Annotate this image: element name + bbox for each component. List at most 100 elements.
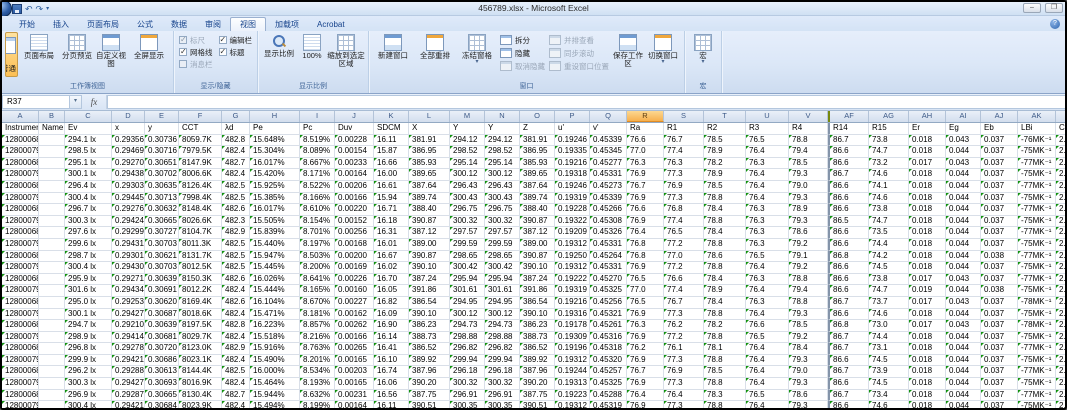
cell-F[interactable]: 8012.2K — [179, 285, 222, 297]
cell-L[interactable]: 385.93 — [409, 158, 450, 170]
cell-T[interactable]: 78.4 — [704, 204, 746, 216]
cell-G[interactable]: 482.5 — [222, 193, 250, 205]
cell-O[interactable]: 387.96 — [520, 366, 555, 378]
cell-V[interactable]: 78.6 — [789, 227, 828, 239]
cell-AL[interactable]: 2.5M — [1056, 158, 1065, 170]
cell-AG[interactable]: 74.6 — [869, 309, 909, 321]
cell-L[interactable]: 387.12 — [409, 227, 450, 239]
cell-U[interactable]: 76.6 — [746, 320, 789, 332]
cell-M[interactable]: 295.94 — [450, 274, 485, 286]
cell-AH[interactable]: 0.018 — [909, 332, 946, 344]
cell-O[interactable]: 390.87 — [520, 251, 555, 263]
cell-B[interactable] — [39, 135, 65, 147]
cell-E[interactable]: 0.30703 — [145, 262, 179, 274]
cell-M[interactable]: 294.73 — [450, 320, 485, 332]
cell-T[interactable]: 78.8 — [704, 262, 746, 274]
header-cell-N[interactable]: Y — [485, 123, 520, 135]
cell-G[interactable]: 482.4 — [222, 378, 250, 390]
cell-C[interactable]: 295.9 lx — [65, 274, 112, 286]
cell-AH[interactable]: 0.018 — [909, 204, 946, 216]
cell-K[interactable]: 16.10 — [374, 355, 409, 367]
cell-F[interactable]: 8023.9K — [179, 401, 222, 408]
cell-AL[interactable]: 2.5M — [1056, 251, 1065, 263]
cell-A[interactable]: 12800079 — [2, 285, 39, 297]
cell-I[interactable]: 8.193% — [300, 378, 335, 390]
cell-E[interactable]: 0.30727 — [145, 227, 179, 239]
header-cell-P[interactable]: u' — [555, 123, 590, 135]
cell-O[interactable]: 387.75 — [520, 390, 555, 402]
cell-D[interactable]: 0.29301 — [112, 251, 145, 263]
cell-L[interactable]: 386.23 — [409, 320, 450, 332]
cell-I[interactable]: 8.154% — [300, 216, 335, 228]
cell-S[interactable]: 77.3 — [664, 193, 704, 205]
cell-V[interactable]: 78.6 — [789, 390, 828, 402]
cell-A[interactable]: 12800079 — [2, 332, 39, 344]
header-cell-AI[interactable]: Eg — [946, 123, 981, 135]
cell-I[interactable]: 8.670% — [300, 297, 335, 309]
tab-acrobat[interactable]: Acrobat — [308, 18, 354, 31]
cell-AH[interactable]: 0.018 — [909, 181, 946, 193]
cell-S[interactable]: 77.2 — [664, 262, 704, 274]
cell-M[interactable]: 299.94 — [450, 355, 485, 367]
cell-D[interactable]: 0.29210 — [112, 320, 145, 332]
cell-AF[interactable]: 86.5 — [828, 216, 869, 228]
cell-AF[interactable]: 86.7 — [828, 390, 869, 402]
cell-AF[interactable]: 86.7 — [828, 332, 869, 344]
cell-F[interactable]: 8059.7K — [179, 135, 222, 147]
cell-S[interactable]: 77.2 — [664, 239, 704, 251]
cell-P[interactable]: 0.19244 — [555, 366, 590, 378]
cell-G[interactable]: 482.7 — [222, 390, 250, 402]
cell-K[interactable]: 16.74 — [374, 366, 409, 378]
cell-M[interactable]: 296.82 — [450, 343, 485, 355]
cell-A[interactable]: 12800068 — [2, 227, 39, 239]
cell-G[interactable]: 482.5 — [222, 181, 250, 193]
cell-D[interactable]: 0.29469 — [112, 146, 145, 158]
cell-AG[interactable]: 74.6 — [869, 169, 909, 181]
column-header-AI[interactable]: AI — [946, 111, 981, 122]
cell-K[interactable]: 16.18 — [374, 216, 409, 228]
cell-P[interactable]: 0.19309 — [555, 332, 590, 344]
cell-N[interactable]: 296.91 — [485, 390, 520, 402]
cell-V[interactable]: 79.1 — [789, 251, 828, 263]
cell-J[interactable]: 0.00168 — [335, 239, 374, 251]
cell-A[interactable]: 12800068 — [2, 343, 39, 355]
cell-AL[interactable]: 2.5M — [1056, 390, 1065, 402]
cell-H[interactable]: 16.000% — [250, 366, 300, 378]
cell-AG[interactable]: 73.2 — [869, 158, 909, 170]
cell-AJ[interactable]: 0.037 — [981, 401, 1018, 408]
cell-E[interactable]: 0.30693 — [145, 378, 179, 390]
header-cell-J[interactable]: Duv — [335, 123, 374, 135]
cell-L[interactable]: 386.52 — [409, 343, 450, 355]
cell-E[interactable]: 0.30702 — [145, 169, 179, 181]
page-break-preview-button[interactable]: 分页预览 — [60, 32, 94, 60]
cell-O[interactable]: 390.51 — [520, 401, 555, 408]
cell-K[interactable]: 16.66 — [374, 158, 409, 170]
cell-AH[interactable]: 0.018 — [909, 309, 946, 321]
column-header-B[interactable]: B — [39, 111, 65, 122]
cell-E[interactable]: 0.30691 — [145, 285, 179, 297]
cell-P[interactable]: 0.19196 — [555, 343, 590, 355]
view-side-by-side-button[interactable]: 并排查看 — [547, 34, 611, 46]
cell-AH[interactable]: 0.018 — [909, 135, 946, 147]
cell-AI[interactable]: 0.044 — [946, 146, 981, 158]
cell-P[interactable]: 0.19319 — [555, 193, 590, 205]
cell-U[interactable]: 76.4 — [746, 355, 789, 367]
cell-P[interactable]: 0.19318 — [555, 169, 590, 181]
cell-V[interactable]: 79.2 — [789, 239, 828, 251]
cell-N[interactable]: 296.43 — [485, 181, 520, 193]
cell-T[interactable]: 78.9 — [704, 169, 746, 181]
cell-A[interactable]: 12800068 — [2, 251, 39, 263]
cell-O[interactable]: 386.23 — [520, 320, 555, 332]
cell-H[interactable]: 16.017% — [250, 158, 300, 170]
cell-AI[interactable]: 0.044 — [946, 332, 981, 344]
cell-S[interactable]: 76.8 — [664, 204, 704, 216]
cell-R[interactable]: 76.9 — [627, 401, 664, 408]
cell-A[interactable]: 12800079 — [2, 193, 39, 205]
cell-N[interactable]: 300.12 — [485, 309, 520, 321]
cell-D[interactable]: 0.29278 — [112, 343, 145, 355]
cell-H[interactable]: 15.464% — [250, 378, 300, 390]
cell-AI[interactable]: 0.044 — [946, 169, 981, 181]
macros-button[interactable]: 宏 ▾ — [688, 32, 718, 65]
cell-AL[interactable]: 2.5M — [1056, 135, 1065, 147]
cell-D[interactable]: 0.29414 — [112, 332, 145, 344]
